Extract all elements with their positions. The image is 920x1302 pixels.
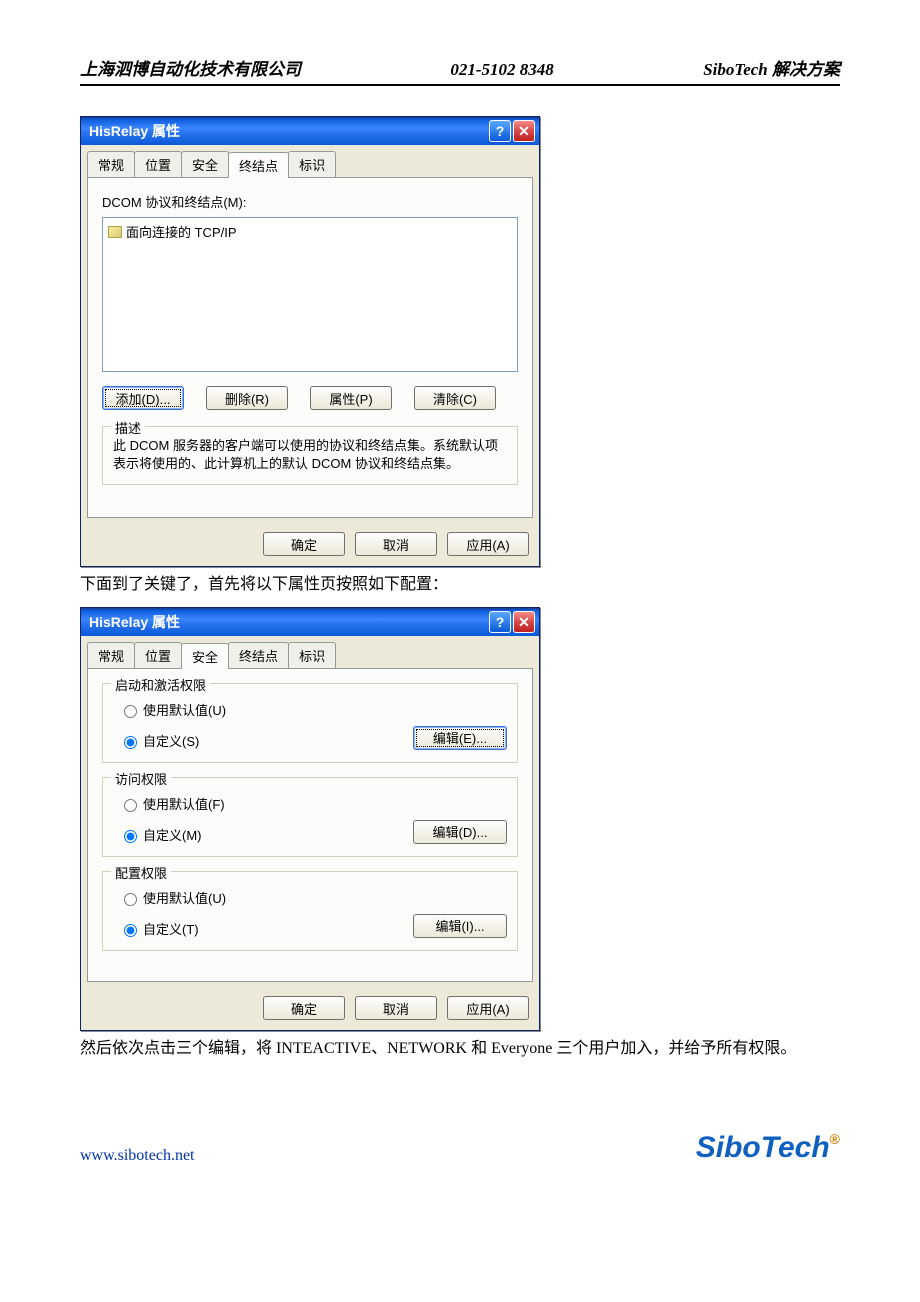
edit-button[interactable]: 编辑(E)... (413, 726, 507, 750)
tab-identity[interactable]: 标识 (288, 151, 336, 177)
close-button[interactable]: ✕ (513, 120, 535, 142)
tab-location[interactable]: 位置 (134, 642, 182, 668)
tab-endpoints[interactable]: 终结点 (228, 152, 289, 178)
window-title: HisRelay 属性 (89, 121, 180, 141)
radio-label: 使用默认值(U) (143, 700, 226, 719)
tab-panel-security: 启动和激活权限 使用默认值(U) 自定义(S) 编辑(E)... 访问权限 (87, 668, 533, 982)
clear-button[interactable]: 清除(C) (414, 386, 496, 410)
mid-instruction-text: 下面到了关键了，首先将以下属性页按照如下配置： (80, 573, 840, 597)
help-button[interactable]: ? (489, 120, 511, 142)
tab-security[interactable]: 安全 (181, 151, 229, 177)
radio-label: 使用默认值(U) (143, 888, 226, 907)
dialog-hisrelay-security: HisRelay 属性 ? ✕ 常规 位置 安全 终结点 标识 启动和激活权限 … (80, 607, 540, 1031)
radio-default[interactable]: 使用默认值(U) (119, 888, 507, 907)
company-name: 上海泗博自动化技术有限公司 (80, 55, 301, 80)
radio-default[interactable]: 使用默认值(F) (119, 794, 507, 813)
tab-security[interactable]: 安全 (181, 643, 229, 669)
radio-label: 自定义(S) (143, 731, 199, 750)
radio-custom[interactable]: 自定义(M) (119, 825, 202, 844)
title-bar[interactable]: HisRelay 属性 ? ✕ (81, 608, 539, 636)
radio-label: 自定义(T) (143, 919, 199, 938)
page-footer: www.sibotech.net SiboTech® (80, 1131, 840, 1165)
radio-custom[interactable]: 自定义(S) (119, 731, 199, 750)
footer-url: www.sibotech.net (80, 1147, 195, 1165)
radio-input[interactable] (124, 893, 137, 906)
endpoint-listbox[interactable]: 面向连接的 TCP/IP (102, 217, 518, 372)
remove-button[interactable]: 删除(R) (206, 386, 288, 410)
group-legend: 配置权限 (111, 863, 171, 882)
page-header: 上海泗博自动化技术有限公司 021-5102 8348 SiboTech 解决方… (80, 55, 840, 86)
radio-default[interactable]: 使用默认值(U) (119, 700, 507, 719)
cancel-button[interactable]: 取消 (355, 996, 437, 1020)
ok-button[interactable]: 确定 (263, 996, 345, 1020)
radio-input[interactable] (124, 830, 137, 843)
apply-button[interactable]: 应用(A) (447, 996, 529, 1020)
protocol-icon (108, 226, 122, 238)
group-legend: 启动和激活权限 (111, 675, 210, 694)
close-button[interactable]: ✕ (513, 611, 535, 633)
tab-endpoints[interactable]: 终结点 (228, 642, 289, 668)
add-button[interactable]: 添加(D)... (102, 386, 184, 410)
edit-button[interactable]: 编辑(I)... (413, 914, 507, 938)
group-legend: 访问权限 (111, 769, 171, 788)
access-perm-group: 访问权限 使用默认值(F) 自定义(M) 编辑(D)... (102, 777, 518, 857)
edit-button[interactable]: 编辑(D)... (413, 820, 507, 844)
config-perm-group: 配置权限 使用默认值(U) 自定义(T) 编辑(I)... (102, 871, 518, 951)
tab-strip: 常规 位置 安全 终结点 标识 (87, 151, 533, 177)
endpoint-label: DCOM 协议和终结点(M): (102, 192, 518, 211)
group-legend: 描述 (111, 418, 145, 437)
list-item[interactable]: 面向连接的 TCP/IP (106, 221, 514, 242)
title-bar[interactable]: HisRelay 属性 ? ✕ (81, 117, 539, 145)
radio-input[interactable] (124, 799, 137, 812)
dialog-footer: 确定 取消 应用(A) (81, 988, 539, 1030)
apply-button[interactable]: 应用(A) (447, 532, 529, 556)
radio-label: 自定义(M) (143, 825, 202, 844)
launch-activate-group: 启动和激活权限 使用默认值(U) 自定义(S) 编辑(E)... (102, 683, 518, 763)
dialog-footer: 确定 取消 应用(A) (81, 524, 539, 566)
help-button[interactable]: ? (489, 611, 511, 633)
radio-input[interactable] (124, 924, 137, 937)
properties-button[interactable]: 属性(P) (310, 386, 392, 410)
sibotech-logo: SiboTech® (696, 1131, 840, 1165)
ok-button[interactable]: 确定 (263, 532, 345, 556)
tab-general[interactable]: 常规 (87, 151, 135, 177)
radio-custom[interactable]: 自定义(T) (119, 919, 199, 938)
list-item-label: 面向连接的 TCP/IP (126, 222, 237, 241)
description-text: 此 DCOM 服务器的客户端可以使用的协议和终结点集。系统默认项表示将使用的、此… (113, 437, 507, 472)
tail-instruction-text: 然后依次点击三个编辑，将 INTEACTIVE、NETWORK 和 Everyo… (80, 1037, 840, 1061)
solution-title: SiboTech 解决方案 (703, 55, 840, 80)
radio-label: 使用默认值(F) (143, 794, 225, 813)
tab-panel-endpoints: DCOM 协议和终结点(M): 面向连接的 TCP/IP 添加(D)... 删除… (87, 177, 533, 518)
tab-location[interactable]: 位置 (134, 151, 182, 177)
tab-strip: 常规 位置 安全 终结点 标识 (87, 642, 533, 668)
tab-identity[interactable]: 标识 (288, 642, 336, 668)
company-phone: 021-5102 8348 (450, 60, 553, 80)
window-title: HisRelay 属性 (89, 612, 180, 632)
description-group: 描述 此 DCOM 服务器的客户端可以使用的协议和终结点集。系统默认项表示将使用… (102, 426, 518, 485)
tab-general[interactable]: 常规 (87, 642, 135, 668)
dialog-hisrelay-endpoints: HisRelay 属性 ? ✕ 常规 位置 安全 终结点 标识 DCOM 协议和… (80, 116, 540, 567)
cancel-button[interactable]: 取消 (355, 532, 437, 556)
radio-input[interactable] (124, 736, 137, 749)
radio-input[interactable] (124, 705, 137, 718)
